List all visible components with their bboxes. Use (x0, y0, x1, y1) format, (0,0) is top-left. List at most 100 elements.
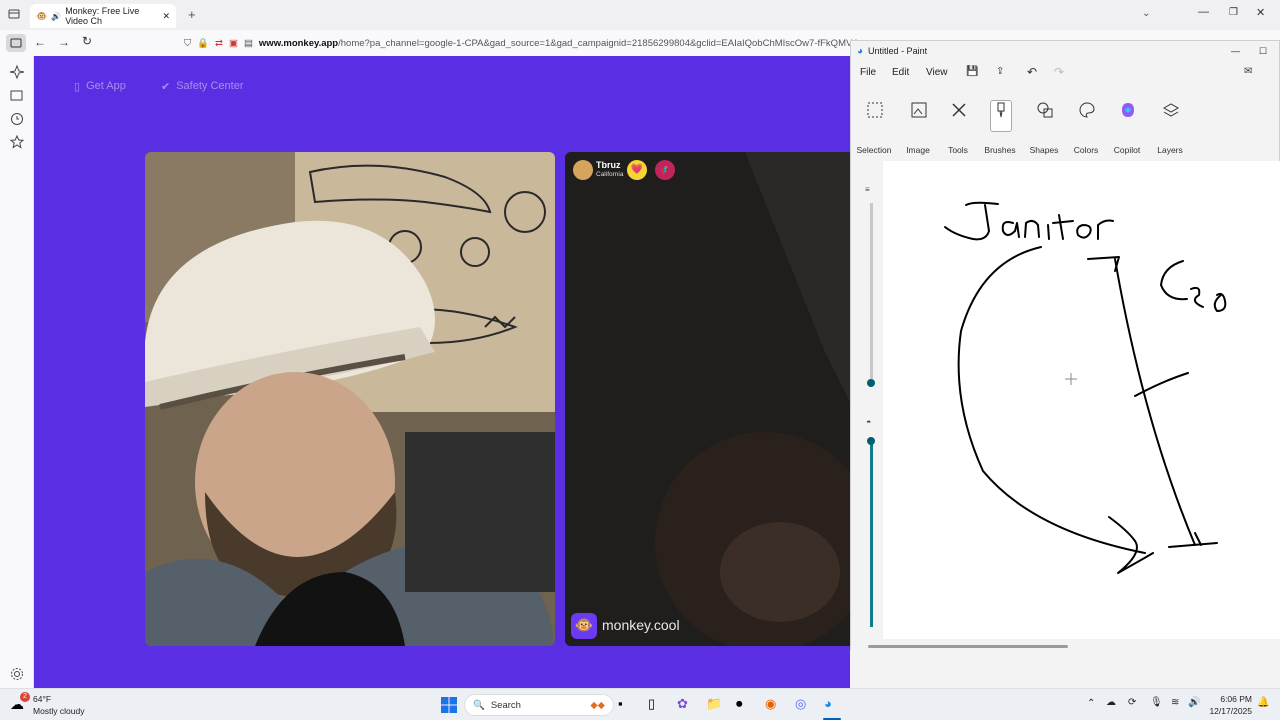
opacity-icon: ◓ (866, 417, 872, 427)
undo-icon[interactable]: ↶ (1027, 65, 1037, 79)
character-badge-icon[interactable]: 🦸 (655, 160, 675, 180)
back-button[interactable]: ← (34, 35, 46, 49)
url-domain: www.monkey.app (258, 37, 339, 49)
paint-title-bar: ◕ Untitled - Paint — ☐ (851, 41, 1280, 61)
copilot-taskbar-icon[interactable]: ✿ (677, 696, 695, 714)
onedrive-icon[interactable]: ☁ (1106, 697, 1116, 708)
notepad-icon[interactable]: ▯ (648, 696, 666, 714)
search-label: Search (490, 699, 521, 711)
task-view-icon[interactable]: ▪ (618, 696, 636, 714)
menu-file[interactable]: File (860, 67, 876, 78)
sidebar-toggle-button[interactable] (6, 34, 26, 52)
peer-name: Tbruz (596, 160, 621, 170)
camera-icon[interactable]: ▣ (229, 38, 238, 49)
minimize-button[interactable]: — (1198, 6, 1209, 18)
paint-maximize-button[interactable]: ☐ (1259, 46, 1267, 57)
sync-icon[interactable]: ⟳ (1128, 697, 1136, 708)
get-app-button[interactable]: ▯ Get App (74, 76, 126, 96)
clock-time[interactable]: 6:06 PM (1214, 694, 1252, 704)
paint-minimize-button[interactable]: — (1231, 46, 1240, 56)
address-bar[interactable]: ⛉ 🔒 ⇄ ▣ ▤ www.monkey.app/home?pa_channel… (178, 33, 858, 53)
permissions-icon[interactable]: ⇄ (215, 38, 223, 49)
share-icon[interactable]: ⇪ (996, 66, 1004, 77)
layers-icon (1162, 103, 1180, 117)
monkey-logo-icon: 🐵 (571, 613, 597, 639)
url-path: /home?pa_channel=google-1-CPA&gad_source… (338, 37, 858, 49)
peer-video-feed: Tbruz California 💗 🦸 🐵 monkey.cool (565, 152, 850, 646)
tab-list-icon[interactable] (8, 8, 20, 20)
redo-icon[interactable]: ↷ (1054, 65, 1064, 79)
menu-view[interactable]: View (926, 67, 948, 78)
safety-center-button[interactable]: ✔ Safety Center (161, 76, 243, 96)
paint-window: ◕ Untitled - Paint — ☐ File Edit View 💾 … (850, 40, 1280, 651)
weather-desc: Mostly cloudy (33, 706, 85, 716)
safety-center-label: Safety Center (176, 80, 244, 92)
browser-tab-monkey[interactable]: 🐵 🔊 Monkey: Free Live Video Ch ✕ (30, 4, 176, 28)
drawn-arrowhead (1108, 516, 1154, 574)
monkey-page: ▯ Get App ✔ Safety Center Tbruz Californ… (34, 56, 850, 688)
heart-badge-icon[interactable]: 💗 (627, 160, 647, 180)
get-app-label: Get App (86, 80, 126, 92)
reload-button[interactable]: ↻ (82, 34, 92, 48)
shield-check-icon: ✔ (161, 80, 171, 93)
page-icon: ▤ (243, 37, 253, 49)
drawn-arc (957, 246, 1146, 554)
discord-icon[interactable]: ◎ (795, 696, 813, 714)
speaker-icon[interactable]: 🔊 (51, 12, 61, 21)
opacity-thumb[interactable] (867, 437, 875, 445)
close-tab-icon[interactable]: ✕ (162, 11, 170, 22)
paint-app-icon: ◕ (857, 45, 864, 57)
obs-icon[interactable]: ⏺ (736, 696, 754, 714)
drawing-canvas[interactable] (883, 161, 1280, 639)
notification-bell-icon[interactable]: 🔔 (1257, 697, 1269, 708)
brush-icon (997, 102, 1005, 118)
weather-badge: 2 (20, 692, 30, 702)
close-window-button[interactable]: ✕ (1256, 6, 1265, 19)
paint-title: Untitled - Paint (868, 46, 928, 56)
tools-icon (952, 103, 966, 117)
taskbar-search-box[interactable]: 🔍 Search ◆◆ (464, 694, 614, 716)
microphone-icon[interactable]: 🎙 (1150, 697, 1163, 708)
ai-chatbot-icon[interactable] (9, 64, 25, 80)
ribbon-selection-label: Selection (856, 145, 892, 155)
paint-taskbar-icon[interactable]: ◕ (824, 696, 842, 714)
clock-date[interactable]: 12/17/2025 (1206, 706, 1252, 716)
ribbon-layers-label: Layers (1157, 145, 1183, 155)
start-windows-icon[interactable] (440, 696, 458, 714)
volume-icon[interactable]: 🔊 (1188, 697, 1200, 708)
tab-title: Monkey: Free Live Video Ch (65, 6, 140, 26)
lock-icon[interactable]: 🔒 (197, 38, 209, 49)
search-icon: 🔍 (473, 699, 485, 711)
bookmarks-star-icon[interactable] (9, 134, 25, 150)
history-icon[interactable] (9, 111, 25, 127)
drawn-line (1114, 258, 1196, 546)
shapes-icon (1037, 102, 1053, 118)
opacity-slider[interactable] (870, 439, 873, 627)
shield-icon[interactable]: ⛉ (184, 38, 191, 49)
maximize-button[interactable]: ❐ (1229, 7, 1238, 18)
brush-size-icon: ≡ (865, 185, 870, 194)
wifi-icon[interactable]: ≋ (1171, 697, 1179, 708)
brush-size-slider-track (870, 203, 873, 383)
brush-size-thumb[interactable] (867, 379, 875, 387)
palette-icon (1079, 102, 1095, 118)
menu-edit[interactable]: Edit (892, 67, 909, 78)
firefox-icon[interactable]: ◉ (765, 696, 783, 714)
weather-temp: 64°F (33, 694, 52, 704)
tray-chevron-up-icon[interactable]: ⌃ (1087, 698, 1095, 709)
settings-gear-icon[interactable] (9, 666, 25, 682)
peer-location: California (596, 171, 624, 178)
file-explorer-icon[interactable]: 📁 (706, 696, 724, 714)
horizontal-scrollbar[interactable] (868, 645, 1068, 648)
chevron-down-icon[interactable]: ⌄ (1142, 8, 1150, 19)
drawn-crossbar (1134, 372, 1189, 397)
image-icon (911, 102, 927, 118)
save-icon[interactable]: 💾 (966, 66, 978, 77)
search-highlight-icon: ◆◆ (590, 699, 605, 711)
peer-avatar[interactable] (573, 160, 593, 180)
synced-tabs-icon[interactable] (9, 88, 25, 104)
feedback-icon[interactable]: ✉ (1244, 66, 1252, 77)
canvas-area: ≡ ◓ (851, 161, 1280, 651)
forward-button[interactable]: → (58, 35, 70, 49)
new-tab-button[interactable]: + (188, 7, 196, 22)
